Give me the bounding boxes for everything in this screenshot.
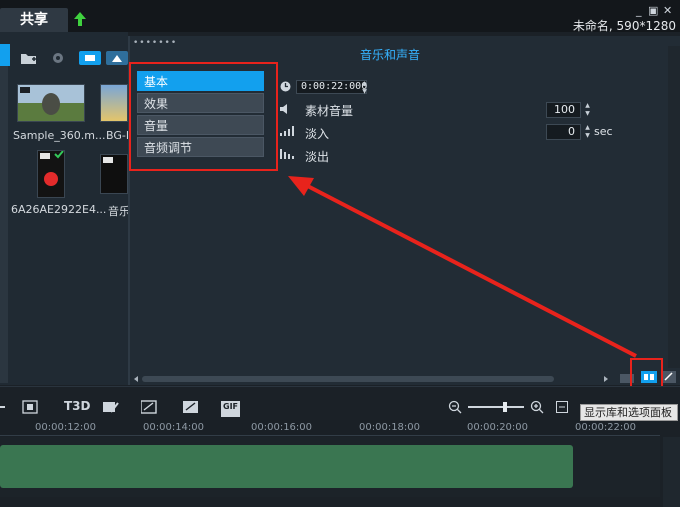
duration-stepper[interactable]: ▲ ▼	[360, 80, 369, 96]
ruler-tick: 00:00:16:00	[251, 422, 313, 433]
ruler-tick: 00:00:14:00	[143, 422, 205, 433]
timeline-toolbar	[0, 386, 680, 422]
title-3d-icon[interactable]: T3D	[64, 399, 91, 415]
zoom-slider[interactable]	[468, 401, 524, 413]
fade-in-stepper[interactable]: ▲ ▼	[583, 124, 592, 140]
fade-out-icon	[280, 149, 294, 159]
project-name: 未命名, 590*1280	[572, 19, 676, 33]
folder-add-icon[interactable]	[20, 51, 38, 65]
clip-volume-stepper[interactable]: ▲ ▼	[583, 102, 592, 118]
restore-button[interactable]: ▣	[648, 4, 658, 17]
mask-icon[interactable]	[103, 400, 119, 414]
horizontal-scrollbar[interactable]	[134, 375, 608, 383]
vertical-scrollbar[interactable]	[668, 46, 680, 368]
panel-title: 音乐和声音	[359, 48, 420, 62]
fit-project-icon[interactable]	[556, 401, 568, 413]
zoom-out-icon[interactable]	[448, 400, 462, 414]
clock-icon	[280, 81, 291, 92]
fade-in-label: 淡入	[305, 127, 330, 141]
timeline-ruler[interactable]	[0, 420, 660, 436]
pan-zoom-icon[interactable]	[183, 400, 199, 414]
thumbnail-label: 音乐	[108, 205, 130, 218]
ruler-tick: 00:00:20:00	[467, 422, 529, 433]
edit-icon[interactable]	[662, 371, 676, 383]
thumbnail-bg[interactable]	[100, 84, 128, 122]
annotation-arrow-icon	[288, 176, 637, 358]
thumbnail-label: 6A26AE2922E4...	[11, 203, 107, 216]
clip-volume-label: 素材音量	[305, 104, 354, 118]
thumbnail-sample-360[interactable]	[17, 84, 85, 122]
tooltip: 显示库和选项面板	[580, 404, 678, 421]
thumbnail-label: Sample_360.m...	[13, 129, 106, 142]
clip-volume-input[interactable]: 100	[546, 102, 581, 118]
zoom-in-icon[interactable]	[530, 400, 544, 414]
fade-in-unit: sec	[594, 125, 613, 138]
fade-in-input[interactable]: 0	[546, 124, 581, 140]
panorama-icon	[18, 85, 84, 121]
upload-icon[interactable]	[73, 11, 87, 27]
timeline-scrollbar[interactable]	[663, 437, 680, 507]
close-button[interactable]: ✕	[663, 4, 672, 17]
fade-out-label: 淡出	[305, 150, 330, 164]
settings-icon[interactable]	[51, 51, 65, 65]
list-view-icon[interactable]	[79, 51, 101, 65]
record-icon	[40, 150, 64, 186]
thumbnail-phone-recording[interactable]	[37, 150, 65, 198]
ruler-tick: 00:00:12:00	[35, 422, 97, 433]
ruler-tick: 00:00:22:00	[575, 422, 637, 433]
ruler-tick: 00:00:18:00	[359, 422, 421, 433]
audio-clip[interactable]	[0, 445, 573, 488]
toolbar-arrow-icon[interactable]	[0, 401, 6, 413]
panel-grip[interactable]: •••••••	[133, 38, 177, 48]
tab-share[interactable]: 共享	[0, 8, 68, 32]
thumbnail-view-icon[interactable]	[106, 51, 128, 65]
duration-field[interactable]: 0:00:22:000	[296, 80, 367, 94]
motion-icon[interactable]	[141, 400, 157, 414]
fade-in-icon	[280, 126, 294, 136]
audio-icon	[103, 157, 113, 163]
pin-icon[interactable]	[0, 44, 10, 66]
gif-icon[interactable]: GIF	[221, 401, 241, 417]
highlight-tabs-box	[129, 62, 278, 171]
minimize-button[interactable]: _	[636, 4, 642, 17]
library-strip	[0, 45, 8, 383]
thumbnail-audio[interactable]	[100, 154, 128, 194]
speaker-icon	[280, 104, 287, 114]
fit-icon[interactable]	[22, 400, 38, 414]
